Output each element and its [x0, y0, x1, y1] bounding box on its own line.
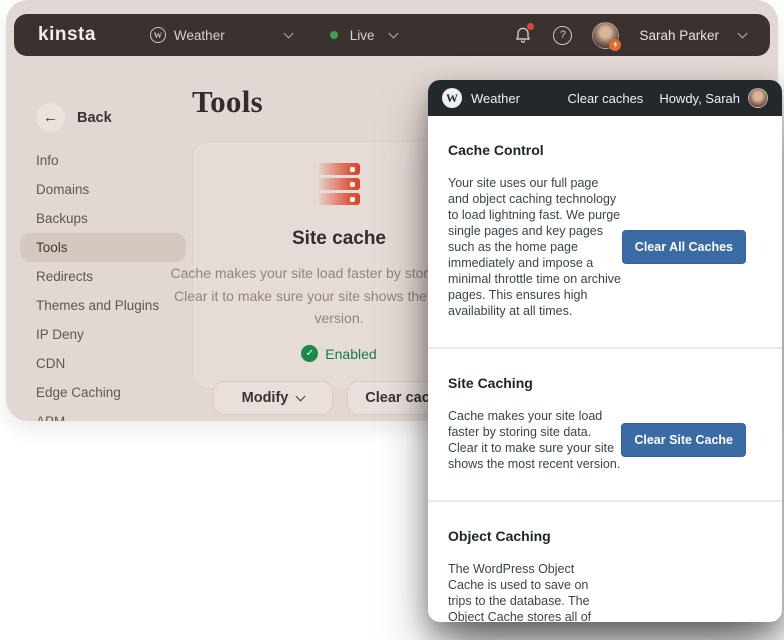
section-body: Cache makes your site load faster by sto…: [448, 408, 621, 472]
chevron-down-icon[interactable]: [738, 29, 748, 39]
chevron-down-icon: [389, 29, 399, 39]
section-title: Site Caching: [448, 375, 762, 391]
wordpress-logo-icon[interactable]: W: [442, 88, 462, 108]
environment-switcher[interactable]: Live: [330, 28, 398, 43]
wordpress-admin-panel: W Weather Clear caches Howdy, Sarah Cach…: [428, 80, 782, 622]
section-body: The WordPress Object Cache is used to sa…: [448, 561, 605, 622]
kinsta-logo: kinsta: [38, 24, 96, 46]
sidebar-item-info[interactable]: Info: [20, 146, 186, 175]
sidebar-item-backups[interactable]: Backups: [20, 204, 186, 233]
sidebar-item-apm[interactable]: APM: [20, 407, 186, 421]
wp-site-name[interactable]: Weather: [471, 91, 520, 106]
check-icon: ✓: [301, 345, 318, 362]
back-button[interactable]: ← Back: [36, 103, 112, 132]
wp-greeting[interactable]: Howdy, Sarah: [659, 91, 740, 106]
notifications-button[interactable]: [513, 25, 533, 45]
modify-button[interactable]: Modify: [213, 381, 333, 415]
section-title: Object Caching: [448, 528, 762, 544]
back-label: Back: [77, 110, 112, 126]
wp-user-avatar[interactable]: [748, 88, 768, 108]
status-label: Enabled: [325, 346, 376, 362]
wordpress-icon: W: [150, 27, 166, 43]
site-switcher[interactable]: W Weather: [150, 27, 292, 43]
object-caching-section: Object Caching The WordPress Object Cach…: [428, 500, 782, 622]
user-avatar[interactable]: [592, 22, 619, 49]
site-name: Weather: [174, 28, 225, 43]
sidebar-item-domains[interactable]: Domains: [20, 175, 186, 204]
sidebar-item-edge-caching[interactable]: Edge Caching: [20, 378, 186, 407]
site-caching-section: Site Caching Cache makes your site load …: [428, 347, 782, 500]
avatar-badge-icon: [609, 39, 621, 51]
modify-label: Modify: [242, 390, 289, 406]
wp-admin-bar: W Weather Clear caches Howdy, Sarah: [428, 80, 782, 116]
cache-control-section: Cache Control Your site uses our full pa…: [428, 116, 782, 347]
environment-label: Live: [350, 28, 375, 43]
cache-server-icon: [319, 163, 360, 205]
page-title: Tools: [192, 84, 263, 120]
live-status-dot: [330, 31, 338, 39]
back-arrow-icon: ←: [36, 103, 65, 132]
section-body: Your site uses our full page and object …: [448, 175, 622, 319]
help-button[interactable]: ?: [553, 26, 572, 45]
clear-all-caches-button[interactable]: Clear All Caches: [622, 230, 746, 264]
wp-clear-caches-menu[interactable]: Clear caches: [567, 91, 643, 106]
sidebar-item-cdn[interactable]: CDN: [20, 349, 186, 378]
card-title: Site cache: [292, 228, 386, 250]
chevron-down-icon: [283, 29, 293, 39]
chevron-down-icon: [296, 392, 306, 402]
clear-site-cache-button[interactable]: Clear Site Cache: [621, 423, 746, 457]
top-navigation-bar: kinsta W Weather Live ? Sarah Parke: [14, 14, 770, 56]
sidebar-item-tools[interactable]: Tools: [20, 233, 186, 262]
user-name: Sarah Parker: [639, 28, 719, 43]
section-title: Cache Control: [448, 142, 762, 158]
status-badge: ✓ Enabled: [301, 345, 376, 362]
